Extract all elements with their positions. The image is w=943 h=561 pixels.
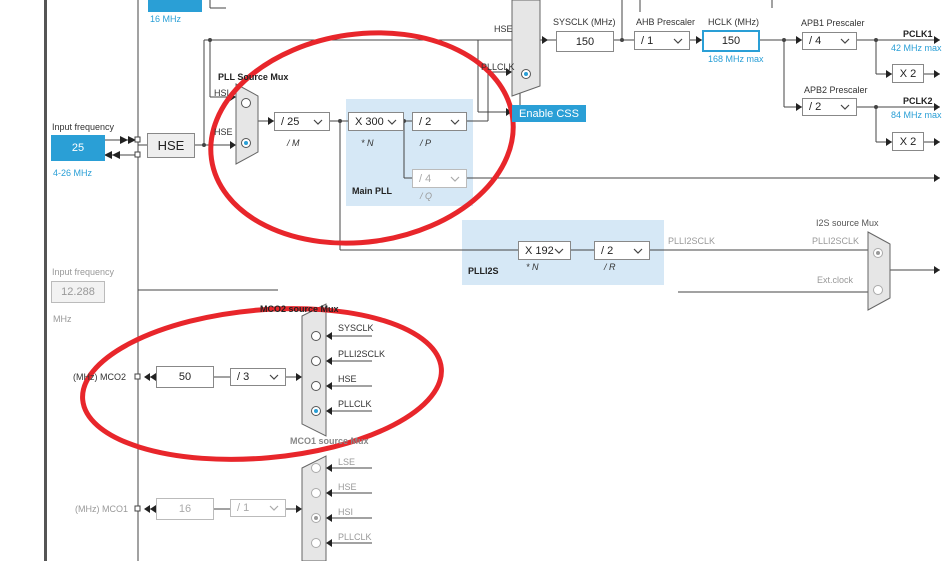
pll-n-select[interactable]: X 300 (348, 112, 404, 131)
hsi-rc-box[interactable] (148, 0, 202, 12)
mco1-pllclk-radio[interactable] (311, 538, 321, 548)
i2s-mux-plli2sclk-label: PLLI2SCLK (812, 236, 860, 246)
chevron-down-icon (554, 246, 564, 256)
sysclk-value[interactable]: 150 (556, 31, 614, 52)
hclk-label: HCLK (MHz) (708, 17, 759, 27)
hsi-frequency: 16 MHz (150, 14, 182, 24)
chevron-down-icon (269, 372, 279, 382)
plli2s-r-select[interactable]: / 2 (594, 241, 650, 260)
mco1-hse-radio[interactable] (311, 488, 321, 498)
pll-m-select[interactable]: / 25 (274, 112, 330, 131)
input-frequency-2-value[interactable]: 12.288 (51, 281, 105, 303)
system-clock-mux (511, 0, 541, 97)
mco1-label: (MHz) MCO1 (75, 504, 128, 514)
i2s-mux-plli2sclk-radio[interactable] (873, 248, 883, 258)
main-pll-title: Main PLL (352, 186, 392, 196)
mco2-sysclk-radio[interactable] (311, 331, 321, 341)
apb1-x2-box: X 2 (892, 64, 924, 83)
ahb-prescaler-label: AHB Prescaler (636, 17, 696, 27)
pll-mux-hse-label: HSE (214, 127, 233, 137)
ahb-prescaler-select[interactable]: / 1 (634, 31, 690, 50)
chevron-down-icon (269, 503, 279, 513)
i2s-source-mux-title: I2S source Mux (816, 218, 879, 228)
mco1-option-hsi: HSI (338, 507, 354, 517)
input-frequency-2-unit: MHz (53, 314, 72, 324)
chevron-down-icon (450, 117, 460, 127)
mco1-option-lse: LSE (338, 457, 356, 467)
pll-q-select[interactable]: / 4 (412, 169, 467, 188)
mco1-value[interactable]: 16 (156, 498, 214, 520)
pll-source-mux (235, 83, 259, 165)
i2s-source-mux (867, 231, 891, 311)
pclk2-max: 84 MHz max (891, 110, 942, 120)
plli2s-n-label: * N (526, 262, 539, 272)
input-frequency-label: Input frequency (52, 122, 115, 132)
mco1-lse-radio[interactable] (311, 463, 321, 473)
pclk1-max: 42 MHz max (891, 43, 942, 53)
mco2-option-plli2sclk: PLLI2SCLK (338, 349, 386, 359)
mco1-option-pllclk: PLLCLK (338, 532, 372, 542)
mco1-source-mux-title: MCO1 source Mux (290, 436, 369, 446)
i2s-mux-ext-clock-radio[interactable] (873, 285, 883, 295)
hclk-max: 168 MHz max (708, 54, 764, 64)
mco2-divider-select[interactable]: / 3 (230, 368, 286, 386)
input-frequency-2-label: Input frequency (52, 267, 115, 277)
mco2-source-mux (301, 303, 327, 437)
plli2s-n-select[interactable]: X 192 (518, 241, 571, 260)
pll-mux-hsi-label: HSI (214, 88, 230, 98)
apb1-prescaler-select[interactable]: / 4 (802, 32, 857, 50)
mco2-plli2sclk-radio[interactable] (311, 356, 321, 366)
plli2s-r-label: / R (604, 262, 616, 272)
mco2-hse-radio[interactable] (311, 381, 321, 391)
mco1-hsi-radio[interactable] (311, 513, 321, 523)
plli2sclk-out-label: PLLI2SCLK (668, 236, 716, 246)
hse-oscillator-box[interactable]: HSE (147, 133, 195, 158)
chevron-down-icon (673, 36, 683, 46)
clock-wires (80, 0, 940, 561)
pll-p-label: / P (420, 138, 432, 148)
chevron-down-icon (313, 117, 323, 127)
pll-m-label: / M (287, 138, 300, 148)
i2s-mux-ext-clock-label: Ext.clock (817, 275, 854, 285)
pll-n-label: * N (361, 138, 374, 148)
input-frequency-range: 4-26 MHz (53, 168, 93, 178)
pll-mux-hse-radio[interactable] (241, 138, 251, 148)
chevron-down-icon (840, 102, 850, 112)
sys-mux-hse-label: HSE (494, 24, 513, 34)
apb2-prescaler-label: APB2 Prescaler (804, 85, 868, 95)
mco2-value[interactable]: 50 (156, 366, 214, 388)
apb2-x2-box: X 2 (892, 132, 924, 151)
enable-css-button[interactable]: Enable CSS (512, 105, 586, 122)
pclk1-label: PCLK1 (903, 29, 933, 39)
chevron-down-icon (840, 36, 850, 46)
mco1-divider-select[interactable]: / 1 (230, 499, 286, 517)
mco2-option-pllclk: PLLCLK (338, 399, 372, 409)
chevron-down-icon (387, 117, 397, 127)
input-frequency-value[interactable]: 25 (51, 135, 105, 161)
apb2-prescaler-select[interactable]: / 2 (802, 98, 857, 116)
sys-mux-pllclk-radio[interactable] (521, 69, 531, 79)
sysclk-label: SYSCLK (MHz) (553, 17, 616, 27)
mco2-pllclk-radio[interactable] (311, 406, 321, 416)
pll-source-mux-title: PLL Source Mux (218, 72, 289, 82)
mco2-source-mux-title: MCO2 source Mux (260, 304, 339, 314)
chevron-down-icon (450, 174, 460, 184)
hclk-value[interactable]: 150 (702, 30, 760, 52)
plli2s-title: PLLI2S (468, 266, 499, 276)
pll-p-select[interactable]: / 2 (412, 112, 467, 131)
mco2-option-hse: HSE (338, 374, 357, 384)
pll-mux-hsi-radio[interactable] (241, 98, 251, 108)
mco1-option-hse: HSE (338, 482, 357, 492)
mco2-label: (MHz) MCO2 (73, 372, 126, 382)
mco2-option-sysclk: SYSCLK (338, 323, 374, 333)
apb1-prescaler-label: APB1 Prescaler (801, 18, 865, 28)
pclk2-label: PCLK2 (903, 96, 933, 106)
pll-q-label: / Q (420, 191, 433, 201)
chevron-down-icon (633, 246, 643, 256)
sys-mux-pllclk-label: PLLCLK (481, 62, 515, 72)
